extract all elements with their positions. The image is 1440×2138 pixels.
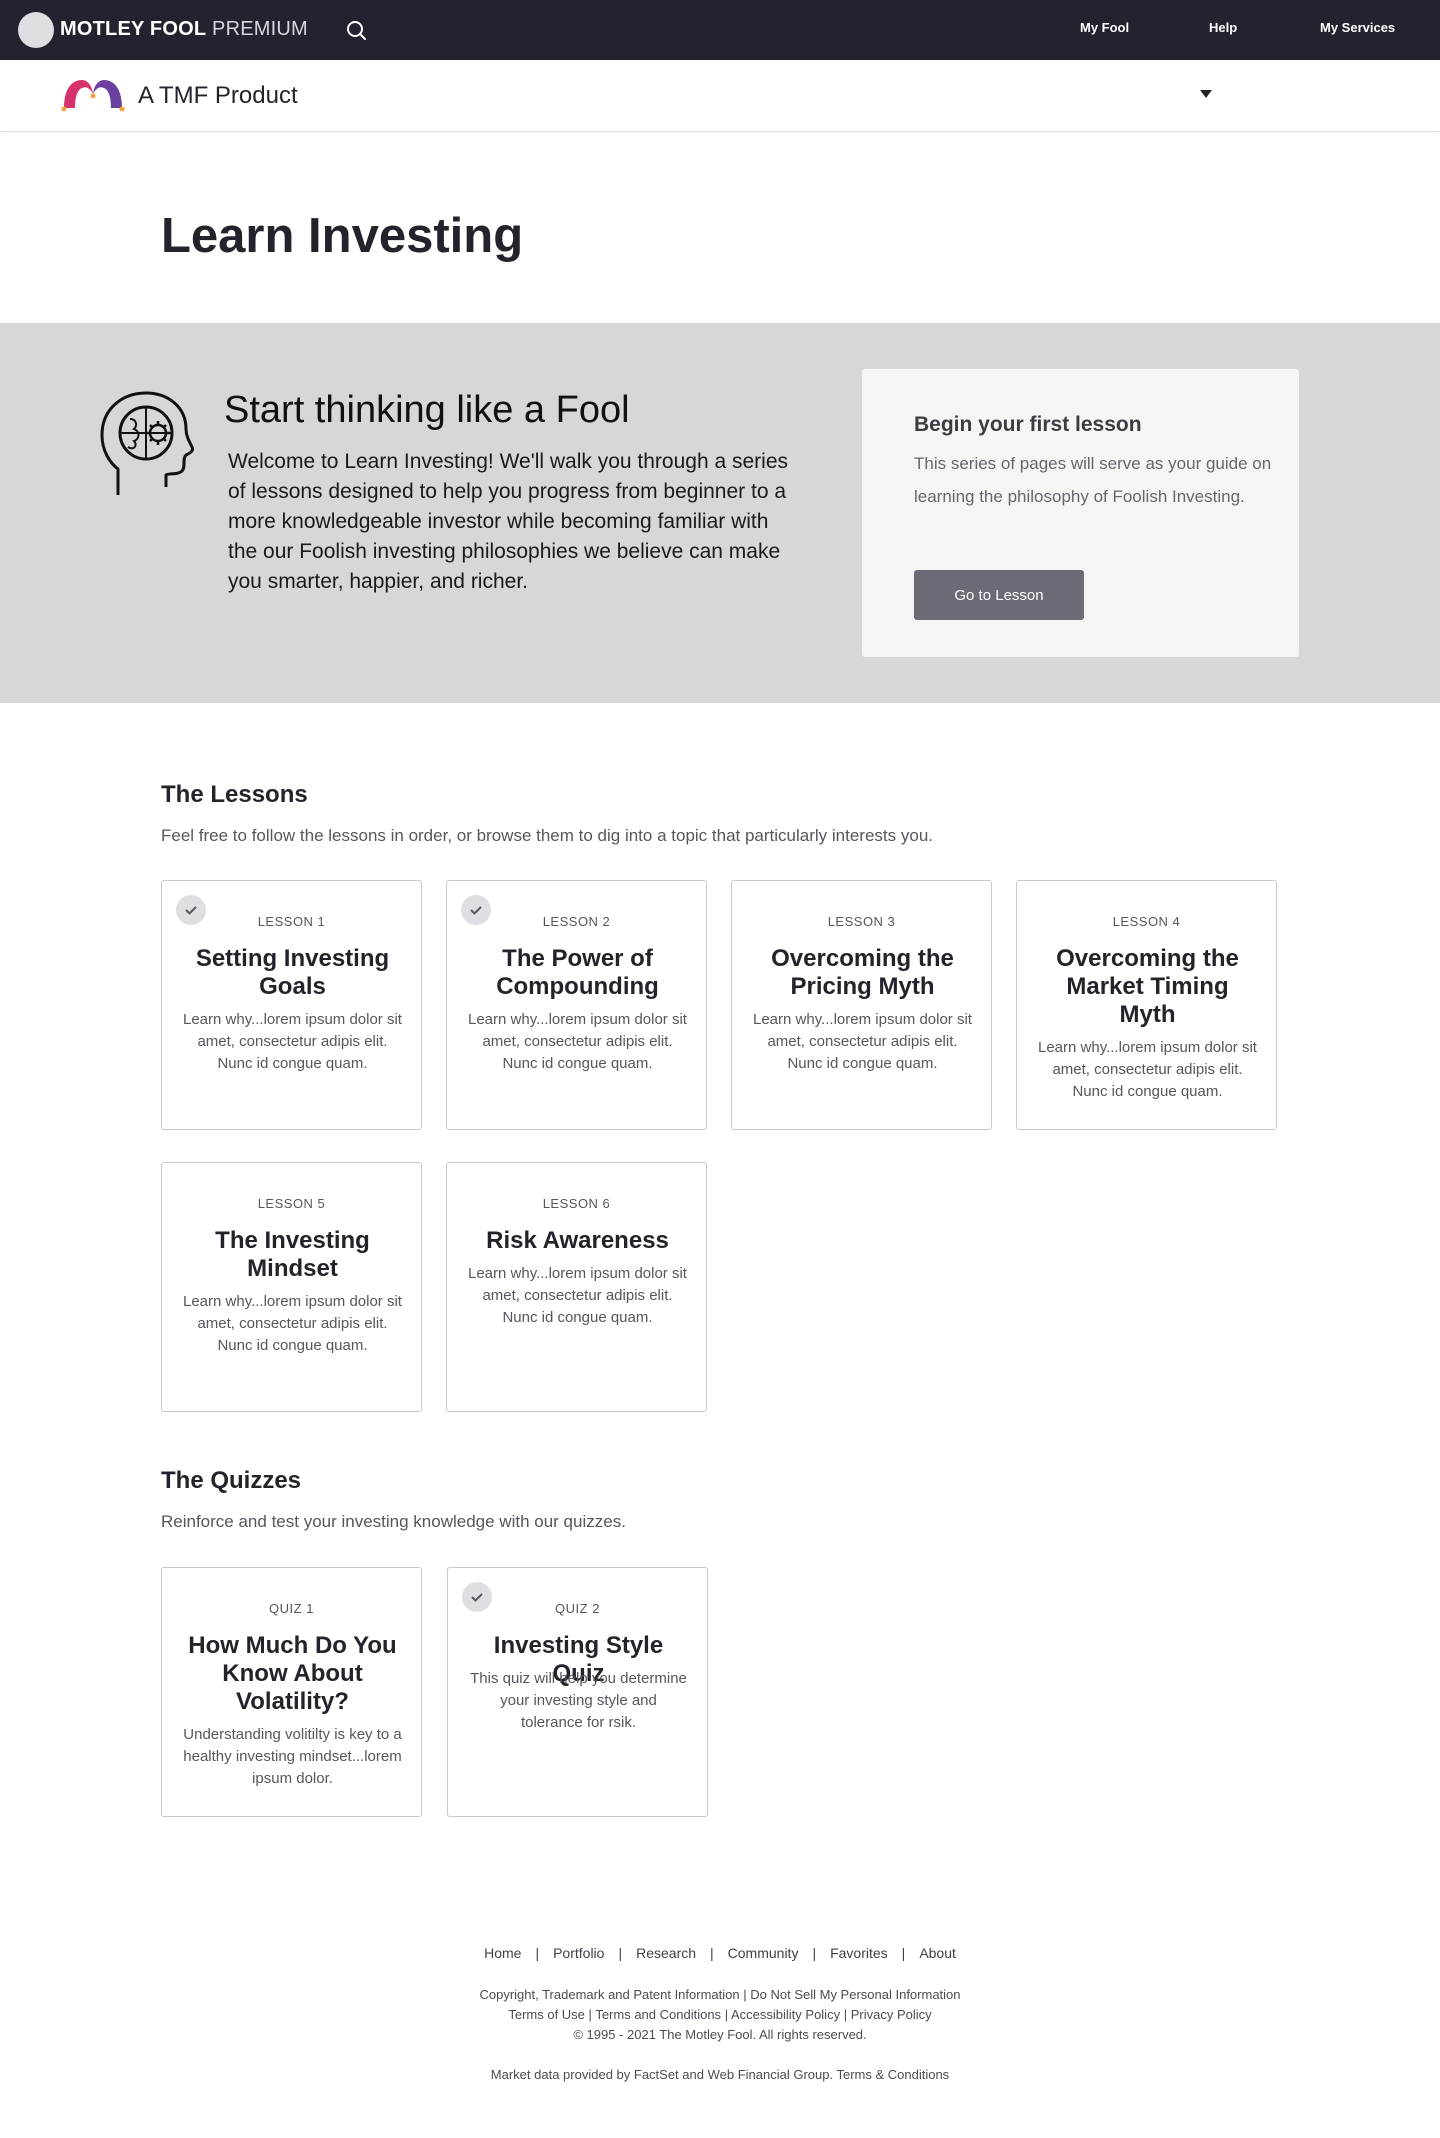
footer-copyright: © 1995 - 2021 The Motley Fool. All right… <box>573 2027 867 2042</box>
footer-link-privacy[interactable]: Privacy Policy <box>851 2007 932 2022</box>
footer-separator: | <box>710 1945 714 1961</box>
lesson-description: Learn why...lorem ipsum dolor sit amet, … <box>753 1011 972 1072</box>
footer-link-do-not-sell[interactable]: Do Not Sell My Personal Information <box>750 1987 960 2002</box>
footer-link-market-terms[interactable]: Terms & Conditions <box>836 2067 949 2082</box>
footer-separator: | <box>812 1945 817 1961</box>
lesson-description: Learn why...lorem ipsum dolor sit amet, … <box>468 1265 687 1326</box>
go-to-lesson-button[interactable]: Go to Lesson <box>914 570 1084 620</box>
tmf-product-logo-icon[interactable] <box>60 76 126 112</box>
footer-separator: | <box>535 1945 540 1961</box>
quiz-description: Understanding volitilty is key to a heal… <box>183 1726 402 1787</box>
hero-section: Start thinking like a Fool Welcome to Le… <box>0 323 1440 703</box>
quizzes-section-title: The Quizzes <box>161 1467 302 1494</box>
quiz-title: How Much Do You Know About Volatility? <box>188 1632 397 1715</box>
footer-separator: | <box>743 1987 747 2002</box>
lesson-description: Learn why...lorem ipsum dolor sit amet, … <box>183 1293 402 1354</box>
lesson-number: LESSON 2 <box>542 914 611 929</box>
lesson-description: Learn why...lorem ipsum dolor sit amet, … <box>1038 1039 1257 1100</box>
product-bar: A TMF Product <box>0 60 1440 132</box>
lesson-card-5[interactable]: LESSON 5 The Investing Mindset Learn why… <box>161 1162 422 1412</box>
lesson-card-2[interactable]: LESSON 2 The Power of Compounding Learn … <box>446 880 707 1130</box>
quiz-number: QUIZ 1 <box>269 1601 314 1616</box>
footer-link-about[interactable]: About <box>919 1945 956 1961</box>
footer-link-terms-conditions[interactable]: Terms and Conditions <box>595 2007 721 2022</box>
lesson-title: Overcoming the Pricing Myth <box>771 945 954 1000</box>
lesson-title: Setting Investing Goals <box>195 945 390 1000</box>
footer-link-accessibility[interactable]: Accessibility Policy <box>731 2007 840 2022</box>
jester-cap-logo-icon[interactable] <box>18 12 54 48</box>
footer-separator: | <box>724 2007 729 2022</box>
footer-separator: | <box>843 2007 848 2022</box>
footer-legal-line-2: Terms of Use | Terms and Conditions | Ac… <box>0 2007 1440 2022</box>
lesson-number: LESSON 3 <box>827 914 896 929</box>
top-navigation-bar: MOTLEY FOOL PREMIUM My Fool Help My Serv… <box>0 0 1440 60</box>
brand-name-light: PREMIUM <box>212 18 308 40</box>
hero-title: Start thinking like a Fool <box>224 389 630 431</box>
hero-description: Welcome to Learn Investing! We'll walk y… <box>228 450 789 593</box>
footer-separator: | <box>588 2007 592 2022</box>
lesson-card-3[interactable]: LESSON 3 Overcoming the Pricing Myth Lea… <box>731 880 992 1130</box>
lesson-number: LESSON 6 <box>542 1196 611 1211</box>
lesson-title: Risk Awareness <box>486 1227 669 1254</box>
nav-link-my-fool[interactable]: My Fool <box>1080 20 1129 35</box>
first-lesson-description: This series of pages will serve as your … <box>914 454 1272 506</box>
footer-link-research[interactable]: Research <box>636 1945 696 1961</box>
lesson-title: The Investing Mindset <box>215 1227 370 1282</box>
quiz-card-1[interactable]: QUIZ 1 How Much Do You Know About Volati… <box>161 1567 422 1817</box>
lesson-description: Learn why...lorem ipsum dolor sit amet, … <box>183 1011 402 1072</box>
first-lesson-title: Begin your first lesson <box>914 413 1142 436</box>
quizzes-section-subtitle: Reinforce and test your investing knowle… <box>161 1512 626 1531</box>
quiz-number: QUIZ 2 <box>555 1601 600 1616</box>
lessons-section-subtitle: Feel free to follow the lessons in order… <box>161 826 933 845</box>
footer-link-terms-of-use[interactable]: Terms of Use <box>508 2007 585 2022</box>
footer-nav: Home | Portfolio | Research | Community | Favori… <box>0 1945 1440 1961</box>
market-data-notice: Market data provided by FactSet and Web … <box>490 2067 834 2082</box>
product-menu-dropdown[interactable] <box>1196 86 1216 104</box>
lesson-title: The Power of Compounding <box>496 945 659 1000</box>
first-lesson-card: Begin your first lesson This series of p… <box>862 369 1299 657</box>
brain-gear-head-icon <box>100 391 194 495</box>
footer-separator: | <box>618 1945 623 1961</box>
footer-legal-line-1: Copyright, Trademark and Patent Informat… <box>0 1987 1440 2002</box>
search-button[interactable] <box>344 18 370 44</box>
quiz-card-2[interactable]: QUIZ 2 Investing Style Quiz This quiz wi… <box>447 1567 708 1817</box>
footer-link-favorites[interactable]: Favorites <box>830 1945 888 1961</box>
nav-link-help[interactable]: Help <box>1209 20 1237 35</box>
footer-link-community[interactable]: Community <box>728 1945 799 1961</box>
lesson-card-4[interactable]: LESSON 4 Overcoming the Market Timing My… <box>1016 880 1277 1130</box>
search-icon <box>347 21 366 40</box>
lesson-card-6[interactable]: LESSON 6 Risk Awareness Learn why...lore… <box>446 1162 707 1412</box>
page-title: Learn Investing <box>161 209 524 263</box>
footer-separator: | <box>901 1945 906 1961</box>
nav-link-my-services[interactable]: My Services <box>1320 20 1395 35</box>
lesson-number: LESSON 5 <box>257 1196 326 1211</box>
footer-link-copyright-info[interactable]: Copyright, Trademark and Patent Informat… <box>479 1987 739 2002</box>
caret-down-icon <box>1200 90 1212 98</box>
footer-link-home[interactable]: Home <box>484 1945 521 1961</box>
brand-wordmark[interactable]: MOTLEY FOOL PREMIUM <box>60 18 308 41</box>
quiz-description: This quiz will help you determine your i… <box>470 1670 687 1731</box>
footer-link-portfolio[interactable]: Portfolio <box>553 1945 604 1961</box>
product-name: A TMF Product <box>138 82 298 109</box>
lesson-number: LESSON 1 <box>257 914 326 929</box>
lessons-section-title: The Lessons <box>161 781 308 808</box>
lesson-number: LESSON 4 <box>1112 914 1181 929</box>
lesson-card-1[interactable]: LESSON 1 Setting Investing Goals Learn w… <box>161 880 422 1130</box>
footer-market-data: Market data provided by FactSet and Web … <box>0 2067 1440 2082</box>
brand-name-bold: MOTLEY FOOL <box>60 18 207 40</box>
lesson-description: Learn why...lorem ipsum dolor sit amet, … <box>468 1011 687 1072</box>
lesson-title: Overcoming the Market Timing Myth <box>1056 945 1239 1028</box>
